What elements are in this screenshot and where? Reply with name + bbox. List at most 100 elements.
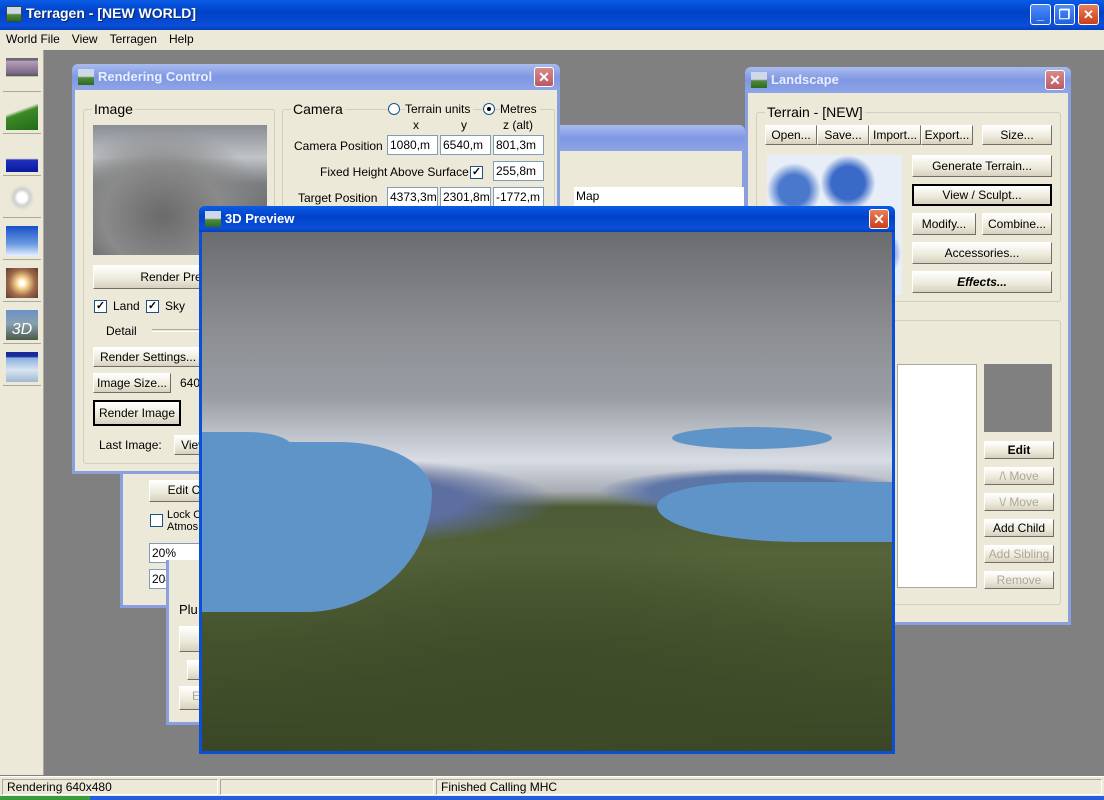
close-icon[interactable]: ✕	[869, 209, 889, 229]
terrain-units-radio[interactable]	[388, 103, 400, 115]
status-bar: Rendering 640x480 Finished Calling MHC	[0, 776, 1104, 796]
remove-button[interactable]: Remove	[984, 571, 1054, 589]
app-title: Terragen - [NEW WORLD]	[26, 5, 197, 21]
accessories-button[interactable]: Accessories...	[912, 242, 1052, 264]
lock-checkbox[interactable]	[150, 514, 163, 527]
mountain-icon	[6, 100, 38, 130]
camera-position-label: Camera Position	[294, 139, 383, 153]
target-x-field[interactable]: 4373,3m	[387, 187, 438, 207]
taskbar-edge	[0, 796, 1104, 800]
sun-icon	[6, 268, 38, 298]
lake-left	[202, 442, 432, 612]
monitor-icon	[6, 58, 38, 88]
map-window: Map	[555, 125, 745, 215]
camera-y-field[interactable]: 6540,m	[440, 135, 491, 155]
metres-label: Metres	[500, 102, 540, 116]
menu-terragen[interactable]: Terragen	[104, 30, 163, 46]
tool-image[interactable]	[3, 348, 41, 386]
window-title: Rendering Control	[98, 69, 213, 84]
lock-label-1: Lock C	[167, 509, 202, 521]
image-size-button[interactable]: Image Size...	[93, 373, 171, 393]
status-middle	[220, 779, 434, 795]
lake-left-small	[202, 432, 292, 462]
camera-x-field[interactable]: 1080,m	[387, 135, 438, 155]
land-checkbox[interactable]: ✓	[94, 300, 107, 313]
3d-preview-viewport[interactable]	[202, 232, 892, 751]
menu-view[interactable]: View	[66, 30, 104, 46]
tool-3d-preview[interactable]: 3D	[3, 306, 41, 344]
edit-surface-button[interactable]: Edit	[984, 441, 1054, 459]
axis-y-label: y	[461, 118, 467, 132]
surface-map-list[interactable]	[897, 364, 977, 588]
render-settings-button[interactable]: Render Settings...	[93, 347, 203, 367]
map-title-bar	[555, 125, 745, 151]
cloud-icon	[6, 184, 38, 214]
export-button[interactable]: Export...	[921, 125, 973, 145]
snow-landscape-icon	[6, 352, 38, 382]
close-icon[interactable]: ✕	[534, 67, 554, 87]
minimize-button[interactable]: _	[1030, 4, 1051, 25]
open-button[interactable]: Open...	[765, 125, 817, 145]
3d-icon: 3D	[6, 310, 38, 340]
start-button-edge[interactable]	[0, 796, 90, 800]
water-icon	[6, 142, 38, 172]
sky-gradient-icon	[6, 226, 38, 256]
modify-button[interactable]: Modify...	[912, 213, 976, 235]
tool-clouds[interactable]	[3, 180, 41, 218]
sky-label: Sky	[165, 299, 186, 313]
tool-landscape[interactable]	[3, 96, 41, 134]
move-up-button[interactable]: /\ Move	[984, 467, 1054, 485]
terrain-units-label: Terrain units	[405, 102, 474, 116]
tool-sky[interactable]	[3, 222, 41, 260]
status-message: Finished Calling MHC	[436, 779, 1102, 795]
map-field[interactable]: Map	[574, 187, 744, 207]
effects-button[interactable]: Effects...	[912, 271, 1052, 293]
tool-rendering-control[interactable]	[3, 54, 41, 92]
sky-checkbox[interactable]: ✓	[146, 300, 159, 313]
restore-button[interactable]: ❐	[1054, 4, 1075, 25]
combine-button[interactable]: Combine...	[982, 213, 1052, 235]
window-title: 3D Preview	[225, 211, 295, 226]
image-group-label: Image	[92, 101, 135, 117]
detail-label: Detail	[106, 324, 137, 338]
fixed-height-field[interactable]: 255,8m	[493, 161, 544, 181]
tool-water[interactable]	[3, 138, 41, 176]
target-y-field[interactable]: 2301,8m	[440, 187, 491, 207]
menu-world-file[interactable]: World File	[0, 30, 66, 46]
camera-group-label: Camera	[291, 101, 345, 117]
generate-terrain-button[interactable]: Generate Terrain...	[912, 155, 1052, 177]
render-image-button[interactable]: Render Image	[93, 400, 181, 426]
plu-label: Plu	[179, 602, 198, 617]
image-size-value: 640	[180, 376, 201, 390]
window-icon	[751, 72, 767, 88]
window-icon	[205, 211, 221, 227]
lake-right-far	[672, 427, 832, 449]
menu-bar: World File View Terragen Help	[0, 30, 1104, 50]
fixed-height-checkbox[interactable]: ✓	[470, 166, 483, 179]
add-child-button[interactable]: Add Child	[984, 519, 1054, 537]
axis-z-label: z (alt)	[503, 118, 533, 132]
3d-preview-title-bar[interactable]: 3D Preview ✕	[199, 206, 895, 232]
status-rendering: Rendering 640x480	[2, 779, 218, 795]
menu-help[interactable]: Help	[163, 30, 200, 46]
lock-label-2: Atmos	[167, 521, 199, 533]
view-sculpt-button[interactable]: View / Sculpt...	[912, 184, 1052, 206]
save-button[interactable]: Save...	[817, 125, 869, 145]
add-sibling-button[interactable]: Add Sibling	[984, 545, 1054, 563]
fixed-height-label: Fixed Height Above Surface	[320, 165, 469, 179]
target-z-field[interactable]: -1772,m	[493, 187, 544, 207]
rendering-control-title-bar[interactable]: Rendering Control ✕	[72, 64, 560, 90]
move-down-button[interactable]: \/ Move	[984, 493, 1054, 511]
camera-z-field[interactable]: 801,3m	[493, 135, 544, 155]
close-icon[interactable]: ✕	[1045, 70, 1065, 90]
landscape-title-bar[interactable]: Landscape ✕	[745, 67, 1071, 93]
land-label: Land	[113, 299, 140, 313]
last-image-label: Last Image:	[99, 438, 162, 452]
close-button[interactable]: ✕	[1078, 4, 1099, 25]
metres-radio[interactable]	[483, 103, 495, 115]
import-button[interactable]: Import...	[869, 125, 921, 145]
size-button[interactable]: Size...	[982, 125, 1052, 145]
tool-lighting[interactable]	[3, 264, 41, 302]
window-title: Landscape	[771, 72, 839, 87]
tool-palette: 3D	[0, 50, 44, 775]
